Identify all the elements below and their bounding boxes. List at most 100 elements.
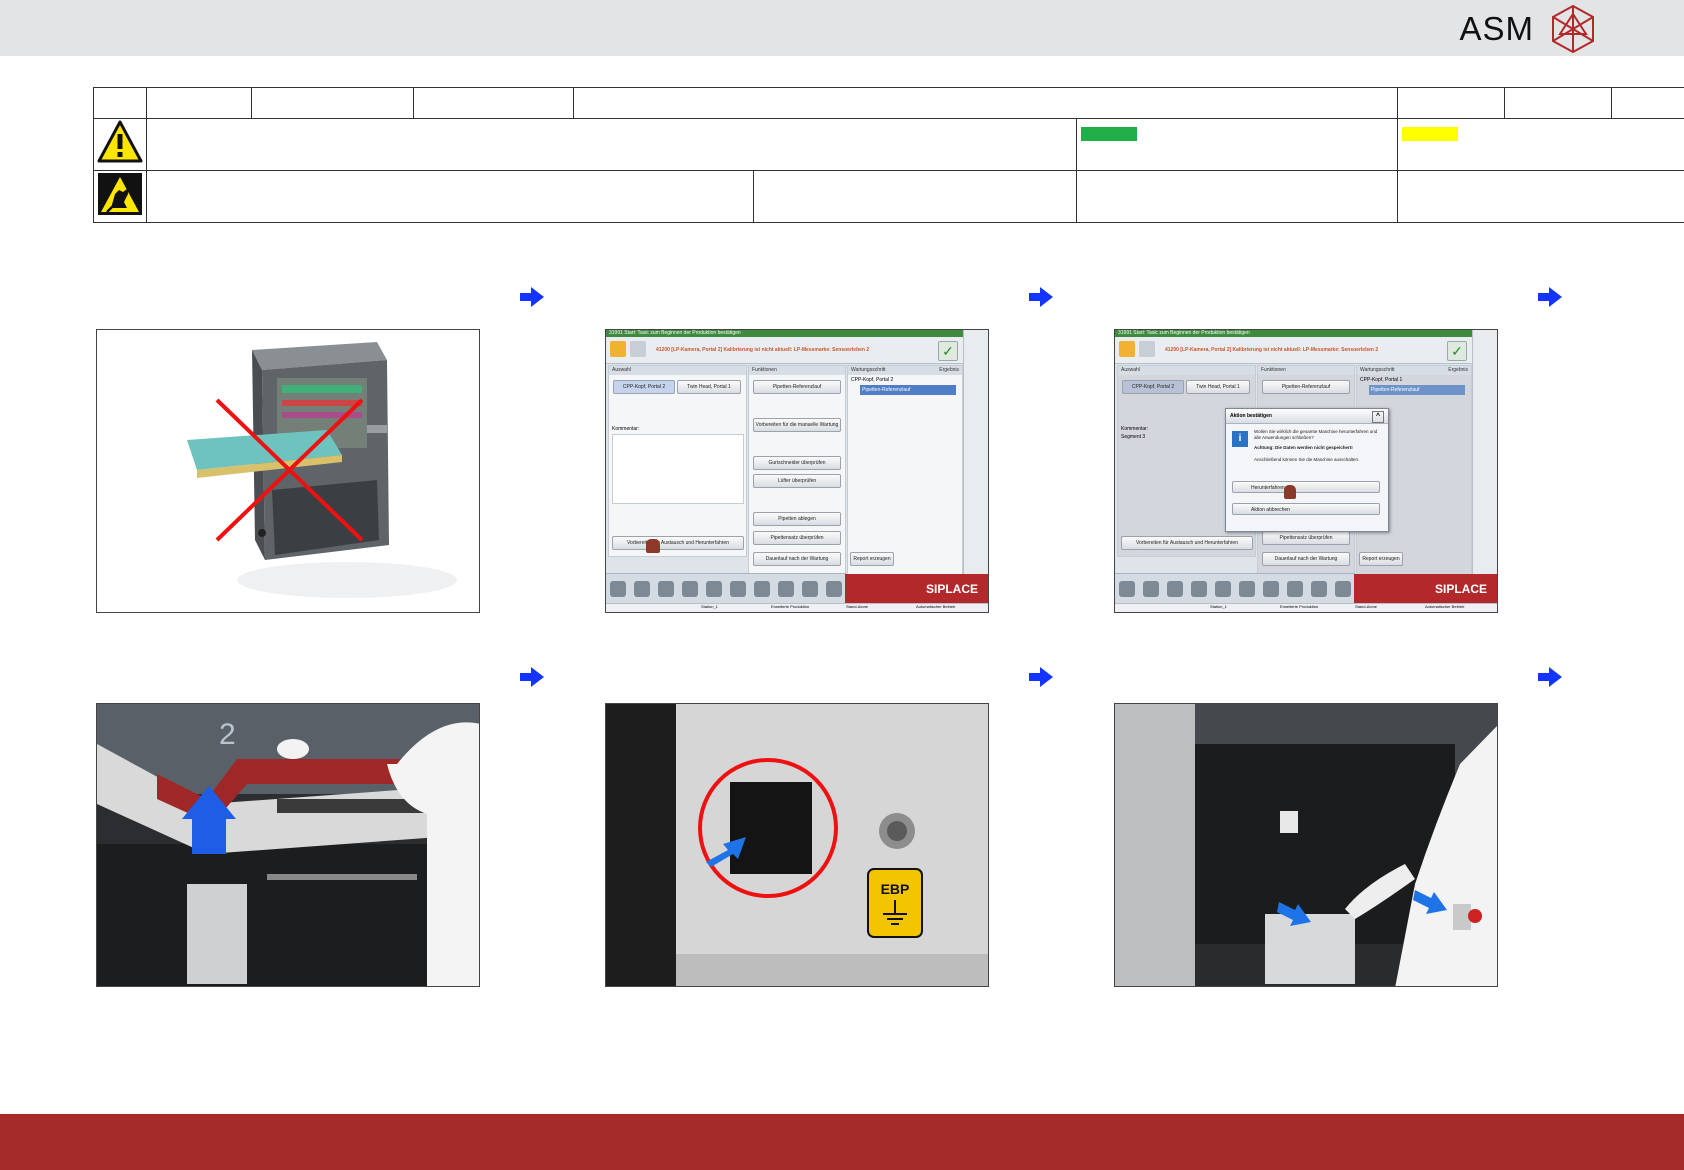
reference-run-button[interactable]: Pipetten-Referenzlauf xyxy=(1262,380,1350,394)
pointer-hand-icon xyxy=(646,539,660,553)
table-cell xyxy=(146,170,754,223)
nozzle-set-button[interactable]: Pipettensatz überprüfen xyxy=(1262,531,1350,545)
app-icon[interactable] xyxy=(610,581,626,597)
continuous-run-button[interactable]: Dauerlauf nach der Wartung xyxy=(753,552,841,566)
prepare-shutdown-button[interactable]: Vorbereiten für Austausch und Herunterfa… xyxy=(1121,536,1253,550)
continuous-run-button[interactable]: Dauerlauf nach der Wartung xyxy=(1262,552,1350,566)
toolbar: 41200 [LP-Kamera, Portal 2] Kalibrierung… xyxy=(1115,337,1473,364)
info-icon[interactable] xyxy=(610,341,626,357)
confirm-dialog: Aktion bestätigen ^ i Wollen Sie wirklich… xyxy=(1225,408,1389,532)
app-icon[interactable] xyxy=(658,581,674,597)
app-icon[interactable] xyxy=(1311,581,1327,597)
esd-cell xyxy=(93,170,147,223)
machine-illustration xyxy=(187,342,457,598)
step-item: CPP-Kopf, Portal 2 xyxy=(851,377,894,383)
app-icon[interactable] xyxy=(730,581,746,597)
prepare-shutdown-button[interactable]: Vorbereiten für Austausch und Herunterfa… xyxy=(612,536,744,550)
app-icon[interactable] xyxy=(1167,581,1183,597)
app-icon[interactable] xyxy=(634,581,650,597)
warning-triangle-icon xyxy=(97,120,143,163)
head-button-portal1[interactable]: Twin Head, Portal 1 xyxy=(1186,380,1250,394)
info-table xyxy=(93,87,1684,223)
warning-text-cell xyxy=(146,118,1077,171)
app-icon[interactable] xyxy=(682,581,698,597)
collapse-icon[interactable]: ^ xyxy=(1372,411,1384,423)
manual-maintenance-button[interactable]: Vorbereiten für die manuelle Wartung xyxy=(753,418,841,432)
wartungsschritt-column: Wartungsschritt Ergebnis CPP-Kopf, Portal… xyxy=(847,365,963,577)
tool-icon[interactable] xyxy=(630,341,646,357)
step-item-selected[interactable]: Pipetten-Referenzlauf xyxy=(860,385,956,395)
status-auto: Automatischer Betrieb xyxy=(916,604,956,609)
app-icon[interactable] xyxy=(1191,581,1207,597)
check-icon[interactable]: ✓ xyxy=(1447,341,1467,361)
svg-text:2: 2 xyxy=(219,718,236,751)
result-header: Ergebnis xyxy=(939,367,959,373)
comment-field[interactable] xyxy=(612,434,744,504)
check-icon[interactable]: ✓ xyxy=(938,341,958,361)
step-item-selected[interactable]: Pipetten-Referenzlauf xyxy=(1369,385,1465,395)
column-header: Auswahl xyxy=(1118,366,1255,375)
siplace-logo: SIPLACE xyxy=(1354,574,1497,604)
dialog-titlebar: Aktion bestätigen ^ xyxy=(1226,409,1388,424)
column-header: Wartungsschritt Ergebnis xyxy=(848,366,962,375)
app-icon[interactable] xyxy=(1239,581,1255,597)
app-icon[interactable] xyxy=(1287,581,1303,597)
header-bar: ASM xyxy=(0,0,1684,56)
tool-icon[interactable] xyxy=(1139,341,1155,357)
taskbar xyxy=(1115,573,1355,604)
abort-label: Aktion abbrechen xyxy=(1251,507,1290,513)
warning-cell xyxy=(93,118,147,171)
app-icon[interactable] xyxy=(1263,581,1279,597)
footer-bar xyxy=(0,1114,1684,1170)
step4-photo: 2 xyxy=(96,703,480,987)
app-icon[interactable] xyxy=(1119,581,1135,597)
shutdown-label: Herunterfahren xyxy=(1251,485,1285,491)
app-icon[interactable] xyxy=(754,581,770,597)
taskbar xyxy=(606,573,846,604)
window-titlebar: 31991 Start: Tasic zum Beginnen der Prod… xyxy=(606,330,988,337)
abort-button[interactable]: Aktion abbrechen xyxy=(1232,503,1380,515)
brand-text: ASM xyxy=(1459,10,1534,47)
app-icon[interactable] xyxy=(706,581,722,597)
arrow-right-icon xyxy=(1538,667,1562,687)
table-cell xyxy=(1397,87,1506,119)
head-button-portal1[interactable]: Twin Head, Portal 1 xyxy=(677,380,741,394)
status-mode: Erweiterte Produktion xyxy=(1280,604,1319,609)
info-icon[interactable] xyxy=(1119,341,1135,357)
nozzle-set-button[interactable]: Pipettensatz überprüfen xyxy=(753,531,841,545)
head-button-portal2[interactable]: CPP-Kopf, Portal 2 xyxy=(1122,380,1184,394)
green-swatch xyxy=(1081,127,1137,141)
titlebar-text: 31991 Start: Tasic zum Beginnen der Prod… xyxy=(609,330,741,336)
table-cell xyxy=(146,87,252,119)
status-mode: Erweiterte Produktion xyxy=(771,604,810,609)
app-icon[interactable] xyxy=(1143,581,1159,597)
status-standalone: Stand-Alone xyxy=(1355,604,1378,609)
arrow-right-icon xyxy=(520,667,544,687)
fan-check-button[interactable]: Lüfter überprüfen xyxy=(753,474,841,488)
head-button-portal2[interactable]: CPP-Kopf, Portal 2 xyxy=(613,380,675,394)
table-cell xyxy=(753,170,1077,223)
app-icon[interactable] xyxy=(1335,581,1351,597)
dialog-info: Anschließend können Sie die Maschine aus… xyxy=(1254,457,1360,462)
step-item: CPP-Kopf, Portal 1 xyxy=(1360,377,1403,383)
report-button[interactable]: Report erzeugen xyxy=(1359,552,1403,566)
siplace-logo: SIPLACE xyxy=(845,574,988,604)
reference-run-button[interactable]: Pipetten-Referenzlauf xyxy=(753,380,841,394)
app-icon[interactable] xyxy=(1215,581,1231,597)
app-icon[interactable] xyxy=(778,581,794,597)
app-icon[interactable] xyxy=(802,581,818,597)
nozzle-deposit-button[interactable]: Pipetten ablegen xyxy=(753,512,841,526)
switch-photo: EBP xyxy=(606,704,988,986)
status-bar: Station_1 Erweiterte Produktion Stand-Al… xyxy=(1115,603,1497,612)
status-auto: Automatischer Betrieb xyxy=(1425,604,1465,609)
app-icon[interactable] xyxy=(826,581,842,597)
table-cell xyxy=(1504,87,1613,119)
arrow-right-icon xyxy=(1029,667,1053,687)
tape-cutter-button[interactable]: Gurtschneider überprüfen xyxy=(753,456,841,470)
shutdown-button[interactable]: Herunterfahren xyxy=(1232,481,1380,493)
report-button[interactable]: Report erzeugen xyxy=(850,552,894,566)
step3-screen: 31991 Start: Tasic zum Beginnen der Prod… xyxy=(1114,329,1498,613)
step2-screen: 31991 Start: Tasic zum Beginnen der Prod… xyxy=(605,329,989,613)
asm-logo: ASM xyxy=(1459,4,1598,54)
table-cell xyxy=(1075,170,1399,223)
